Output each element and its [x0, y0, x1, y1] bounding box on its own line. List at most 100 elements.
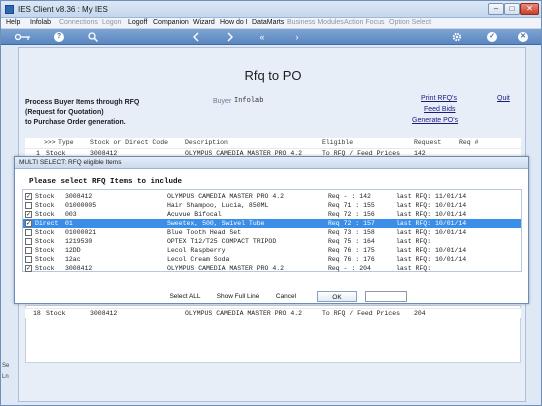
- list-item[interactable]: ✓ Stock 3008412 OLYMPUS CAMEDIA MASTER PRO …: [23, 192, 521, 201]
- item-last-rfq: last RFQ:: [396, 265, 432, 272]
- item-description: Lecol Raspberry: [167, 247, 226, 254]
- item-type: Stock: [35, 265, 55, 272]
- list-item[interactable]: Stock 1219530 OPTEX T12/T25 COMPACT TRIPOD…: [23, 237, 521, 246]
- row-eligible: To RFQ / Feed Prices: [322, 310, 401, 317]
- item-req: Req 75 : 164: [328, 238, 375, 245]
- item-code: 3008412: [65, 193, 93, 200]
- select-all-button[interactable]: Select ALL: [165, 291, 205, 302]
- show-full-line-button[interactable]: Show Full Line: [214, 291, 262, 302]
- col-eligible[interactable]: Eligible: [322, 139, 353, 146]
- description-line: to Purchase Order generation.: [25, 119, 126, 126]
- search-icon[interactable]: [88, 32, 99, 43]
- minimize-button[interactable]: –: [488, 3, 504, 15]
- menu-logoff[interactable]: Logoff: [128, 19, 147, 26]
- col-stock-code[interactable]: Stock or Direct Code: [90, 139, 168, 146]
- item-last-rfq: last RFQ: 11/01/14: [396, 193, 467, 200]
- forward-icon[interactable]: [225, 32, 235, 42]
- close-icon[interactable]: ✕: [518, 32, 528, 42]
- item-checkbox[interactable]: ✓: [25, 265, 32, 272]
- item-description: OLYMPUS CAMEDIA MASTER PRO 4.2: [167, 265, 285, 272]
- col-type[interactable]: Type: [58, 139, 74, 146]
- rfq-items-list[interactable]: ✓ Stock 3008412 OLYMPUS CAMEDIA MASTER PRO …: [22, 189, 522, 272]
- menu-help[interactable]: Help: [6, 19, 20, 26]
- gear-icon[interactable]: [452, 32, 462, 42]
- col-request[interactable]: Request: [414, 139, 441, 146]
- buyer-label: Buyer: [213, 98, 232, 105]
- menu-wizard[interactable]: Wizard: [193, 19, 215, 26]
- item-code: 01000005: [65, 202, 97, 209]
- item-last-rfq: last RFQ:: [396, 238, 432, 245]
- list-item[interactable]: ✓ Stock 003 Acuvue Bifocal Req 72 : 156 last …: [23, 210, 521, 219]
- item-type: Stock: [35, 238, 55, 245]
- item-req: Req 71 : 155: [328, 202, 375, 209]
- dialog-input-field[interactable]: [365, 291, 407, 302]
- col-arrows[interactable]: >>>: [44, 139, 56, 146]
- table-row[interactable]: 18 Stock 3008412 OLYMPUS CAMEDIA MASTER …: [25, 308, 521, 318]
- print-rfqs-link[interactable]: Print RFQ's: [421, 95, 457, 102]
- row-number: 18: [33, 310, 41, 317]
- menu-how-do-i[interactable]: How do I: [220, 19, 248, 26]
- toolbar: ? « › ✓ ✕: [1, 29, 541, 45]
- list-item[interactable]: Stock 12ac Lecol Cream Soda Req 76 : 176 las…: [23, 255, 521, 264]
- help-icon[interactable]: ?: [54, 32, 64, 42]
- menu-infolab[interactable]: Infolab: [30, 19, 51, 26]
- item-checkbox[interactable]: [25, 229, 32, 236]
- col-description[interactable]: Description: [185, 139, 228, 146]
- item-checkbox[interactable]: ✓: [25, 220, 32, 227]
- list-item[interactable]: ✓ Stock 3008412 OLYMPUS CAMEDIA MASTER PRO …: [23, 264, 521, 273]
- ok-button[interactable]: OK: [317, 291, 357, 302]
- menu-action-focus[interactable]: Action Focus: [344, 19, 384, 26]
- item-checkbox[interactable]: [25, 202, 32, 209]
- item-type: Stock: [35, 202, 55, 209]
- key-icon[interactable]: [14, 32, 31, 42]
- quit-link[interactable]: Quit: [497, 95, 510, 102]
- item-code: 3008412: [65, 265, 93, 272]
- item-type: Direct: [35, 220, 59, 227]
- rewind-icon[interactable]: «: [257, 32, 267, 42]
- page-title: Rfq to PO: [244, 68, 302, 83]
- multi-select-dialog: MULTI SELECT: RFQ eligible Items Please …: [14, 156, 529, 304]
- menu-business-modules[interactable]: Business Modules: [287, 19, 344, 26]
- item-req: Req - : 204: [328, 265, 371, 272]
- item-checkbox[interactable]: [25, 256, 32, 263]
- menu-companion[interactable]: Companion: [153, 19, 189, 26]
- item-last-rfq: last RFQ: 10/01/14: [396, 220, 467, 227]
- app-icon: [5, 5, 14, 14]
- item-checkbox[interactable]: ✓: [25, 193, 32, 200]
- grid-header: >>> Type Stock or Direct Code Descriptio…: [25, 138, 521, 148]
- close-window-button[interactable]: ✕: [520, 3, 539, 15]
- page-description: Process Buyer Items through RFQ (Request…: [25, 98, 139, 128]
- check-icon[interactable]: ✓: [487, 32, 497, 42]
- item-description: OPTEX T12/T25 COMPACT TRIPOD: [167, 238, 277, 245]
- feed-bids-link[interactable]: Feed Bids: [424, 106, 456, 113]
- item-code: 1219530: [65, 238, 93, 245]
- item-checkbox[interactable]: [25, 247, 32, 254]
- list-item[interactable]: Stock 01000021 Blue Tooth Head Set Req 73 :…: [23, 228, 521, 237]
- item-checkbox[interactable]: [25, 238, 32, 245]
- menu-connections[interactable]: Connections: [59, 19, 98, 26]
- item-req: Req 72 : 157: [328, 220, 375, 227]
- generate-pos-link[interactable]: Generate PO's: [412, 117, 458, 124]
- menu-datamarts[interactable]: DataMarts: [252, 19, 284, 26]
- list-item[interactable]: ✓ Direct 01 Sweetex, 500, Swivel Tube Req 72…: [23, 219, 521, 228]
- list-item[interactable]: Stock 01000005 Hair Shampoo, Lucia, 850ML R…: [23, 201, 521, 210]
- item-checkbox[interactable]: ✓: [25, 211, 32, 218]
- maximize-button[interactable]: □: [504, 3, 520, 15]
- left-side-stub: Se Ln: [2, 361, 17, 383]
- buyer-field[interactable]: Infolab: [232, 95, 284, 106]
- list-item[interactable]: Stock 12DD Lecol Raspberry Req 76 : 175 last…: [23, 246, 521, 255]
- back-icon[interactable]: [191, 32, 201, 42]
- menu-logon[interactable]: Logon: [102, 19, 121, 26]
- cancel-button[interactable]: Cancel: [270, 291, 302, 302]
- item-type: Stock: [35, 229, 55, 236]
- play-icon[interactable]: ›: [292, 32, 302, 42]
- item-code: 12DD: [65, 247, 81, 254]
- item-description: Sweetex, 500, Swivel Tube: [167, 220, 265, 227]
- item-last-rfq: last RFQ: 10/01/14: [396, 211, 467, 218]
- col-req-no[interactable]: Req #: [459, 139, 479, 146]
- item-type: Stock: [35, 247, 55, 254]
- item-last-rfq: last RFQ: 10/01/14: [396, 202, 467, 209]
- item-code: 003: [65, 211, 77, 218]
- menu-option-select[interactable]: Option Select: [389, 19, 431, 26]
- window-title: IES Client v8.36 : My IES: [18, 5, 108, 14]
